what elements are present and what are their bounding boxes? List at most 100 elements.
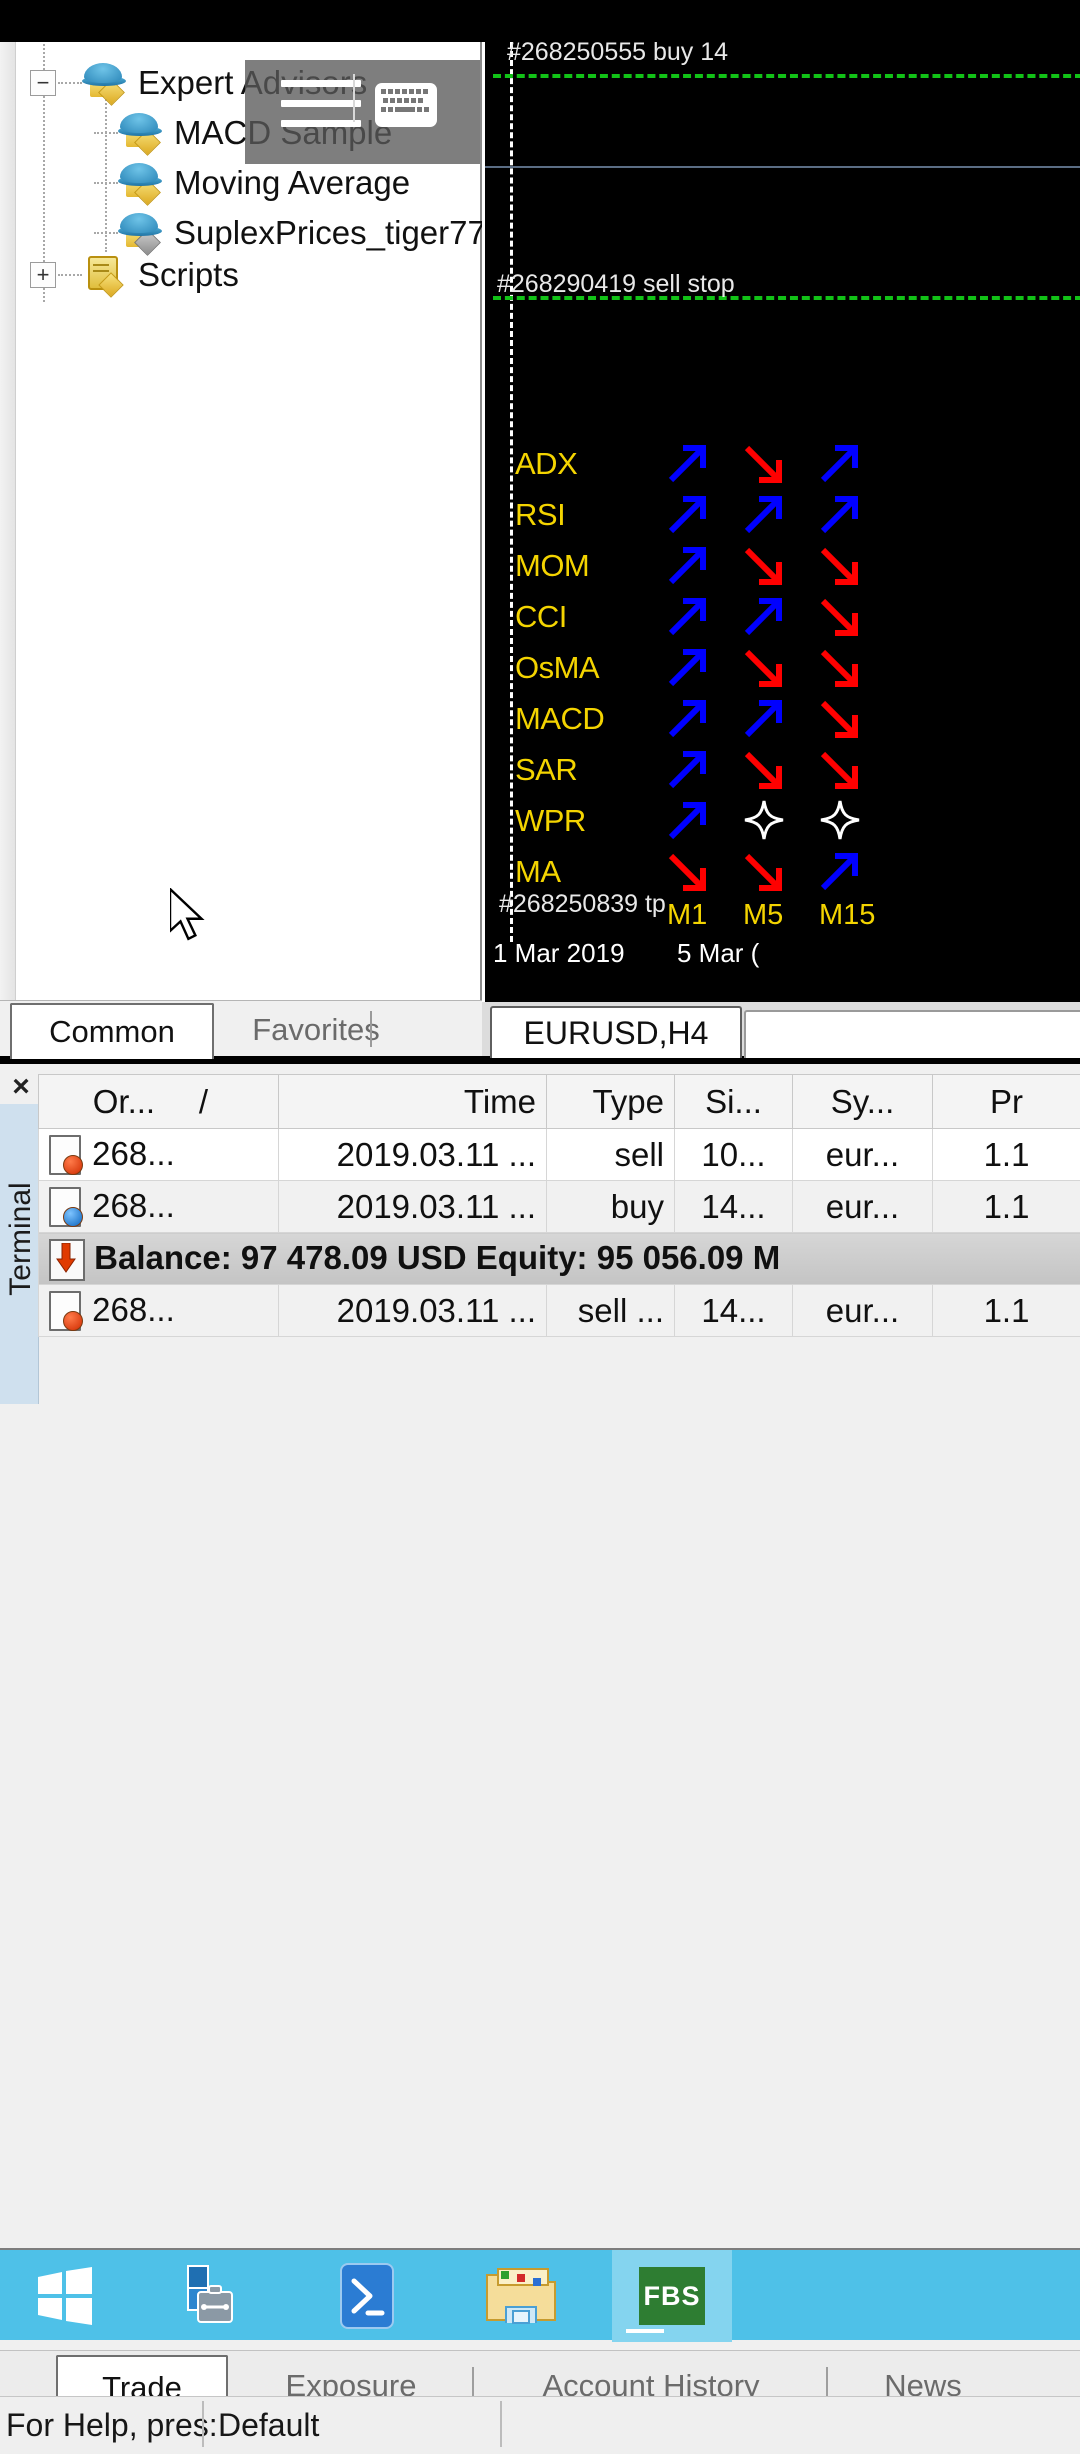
- expander-toggle[interactable]: −: [30, 70, 56, 96]
- signal-up-arrow: [665, 593, 711, 639]
- expert-advisor-icon: [118, 113, 164, 153]
- trades-table[interactable]: Or... / Time Type Si... Sy... Pr 268... …: [38, 1074, 1080, 1337]
- fbs-label: FBS: [644, 2281, 701, 2312]
- col-order-label: Or...: [93, 1083, 155, 1120]
- status-help-text: For Help, pres:: [6, 2407, 218, 2444]
- expert-advisor-icon: [118, 163, 164, 203]
- col-size[interactable]: Si...: [675, 1075, 793, 1129]
- col-symbol[interactable]: Sy...: [793, 1075, 933, 1129]
- tree-item-moving-average[interactable]: Moving Average: [92, 158, 410, 208]
- signal-down-arrow: [741, 746, 787, 792]
- signal-up-arrow: [665, 797, 711, 843]
- table-row[interactable]: 268... 2019.03.11 ... sell 10... eur... …: [39, 1129, 1080, 1181]
- indicator-label: CCI: [515, 599, 567, 635]
- indicator-label: MOM: [515, 548, 589, 584]
- signal-up-arrow: [665, 695, 711, 741]
- doc-red-icon: [49, 1135, 83, 1175]
- chart-canvas[interactable]: #268250555 buy 14 #268290419 sell stop A…: [485, 42, 1080, 1002]
- signal-up-arrow: [817, 440, 863, 486]
- indicator-row: ADX: [515, 440, 1075, 491]
- cell-symbol: eur...: [793, 1181, 933, 1233]
- indicator-label: OsMA: [515, 650, 599, 686]
- tab-divider: [370, 1011, 372, 1047]
- indicator-row: SAR: [515, 746, 1075, 797]
- navigator-left-rail: [0, 42, 16, 1056]
- indicator-label: MA: [515, 854, 561, 890]
- chart-annotation-tp: #268250839 tp: [499, 890, 666, 919]
- signal-down-arrow: [741, 644, 787, 690]
- signal-up-arrow: [741, 491, 787, 537]
- indicator-row: CCI: [515, 593, 1075, 644]
- table-row[interactable]: 268... 2019.03.11 ... buy 14... eur... 1…: [39, 1181, 1080, 1233]
- col-time[interactable]: Time: [279, 1075, 547, 1129]
- status-bar: For Help, pres: Default: [0, 2396, 1080, 2454]
- navigator-tab-favorites[interactable]: Favorites: [216, 1003, 416, 1057]
- chart-vertical-line: [510, 42, 513, 942]
- top-status-bar: [0, 0, 1080, 42]
- powershell-button[interactable]: [312, 2250, 422, 2342]
- expert-advisor-icon: [82, 63, 128, 103]
- scripts-icon: [82, 254, 128, 296]
- expander-toggle[interactable]: +: [30, 262, 56, 288]
- timeframe-label-m1: M1: [667, 899, 707, 932]
- status-divider: [500, 2401, 502, 2447]
- balance-down-icon: [49, 1239, 85, 1279]
- chart-tab-eurusd-h4[interactable]: EURUSD,H4: [490, 1006, 742, 1058]
- signal-down-arrow: [741, 440, 787, 486]
- signal-neutral-diamond: [741, 797, 787, 843]
- tree-connector: [94, 132, 118, 135]
- table-header-row: Or... / Time Type Si... Sy... Pr: [39, 1075, 1080, 1129]
- col-type[interactable]: Type: [547, 1075, 675, 1129]
- col-price[interactable]: Pr: [933, 1075, 1080, 1129]
- indicator-matrix: ADX RSI MOM CCI: [515, 440, 1075, 943]
- doc-blue-icon: [49, 1187, 83, 1227]
- terminal-vertical-label: Terminal: [4, 1174, 38, 1304]
- cell-order: 268...: [39, 1181, 279, 1233]
- cell-size: 14...: [675, 1285, 793, 1337]
- signal-down-arrow: [817, 644, 863, 690]
- cell-time: 2019.03.11 ...: [279, 1129, 547, 1181]
- cell-balance-summary: Balance: 97 478.09 USD Equity: 95 056.09…: [39, 1233, 1080, 1285]
- start-button[interactable]: [10, 2250, 120, 2342]
- table-row[interactable]: 268... 2019.03.11 ... sell ... 14... eur…: [39, 1285, 1080, 1337]
- chart-date-label: 1 Mar 2019: [493, 938, 625, 969]
- cell-type: buy: [547, 1181, 675, 1233]
- tree-connector: [94, 182, 118, 185]
- server-manager-button[interactable]: [150, 2250, 265, 2342]
- fbs-button[interactable]: FBS: [612, 2250, 732, 2342]
- signal-up-arrow: [741, 695, 787, 741]
- navigator-tab-common[interactable]: Common: [10, 1003, 214, 1059]
- cell-order: 268...: [39, 1129, 279, 1181]
- file-explorer-button[interactable]: [465, 2250, 577, 2342]
- signal-up-arrow: [817, 848, 863, 894]
- signal-up-arrow: [665, 746, 711, 792]
- close-icon[interactable]: ×: [4, 1070, 38, 1104]
- keyboard-keys: [381, 89, 431, 121]
- cell-time: 2019.03.11 ...: [279, 1181, 547, 1233]
- indicator-row: WPR: [515, 797, 1075, 848]
- doc-red-icon: [49, 1291, 83, 1331]
- indicator-label: SAR: [515, 752, 577, 788]
- tree-item-scripts[interactable]: + Scripts: [30, 250, 239, 300]
- order-id: 268...: [92, 1291, 175, 1328]
- cell-symbol: eur...: [793, 1285, 933, 1337]
- timeframe-label-m15: M15: [819, 899, 875, 932]
- terminal-panel: × Terminal Or... / Time Type Si... Sy...…: [0, 1064, 1080, 2396]
- status-divider: [202, 2401, 204, 2447]
- signal-up-arrow: [665, 491, 711, 537]
- col-order[interactable]: Or... /: [39, 1075, 279, 1129]
- cell-time: 2019.03.11 ...: [279, 1285, 547, 1337]
- floating-overlay-toolbar[interactable]: [245, 60, 480, 164]
- signal-down-arrow: [817, 542, 863, 588]
- cell-price: 1.1: [933, 1129, 1080, 1181]
- chart-panel[interactable]: #268250555 buy 14 #268290419 sell stop A…: [482, 42, 1080, 1002]
- chart-tab-next[interactable]: [744, 1010, 1080, 1058]
- cell-type: sell ...: [547, 1285, 675, 1337]
- tree-item-label: Moving Average: [174, 164, 410, 202]
- signal-up-arrow: [741, 593, 787, 639]
- signal-down-arrow: [741, 542, 787, 588]
- balance-row: Balance: 97 478.09 USD Equity: 95 056.09…: [39, 1233, 1080, 1285]
- sort-indicator-icon: /: [199, 1083, 208, 1121]
- windows-logo-icon: [34, 2267, 96, 2325]
- signal-down-arrow: [817, 695, 863, 741]
